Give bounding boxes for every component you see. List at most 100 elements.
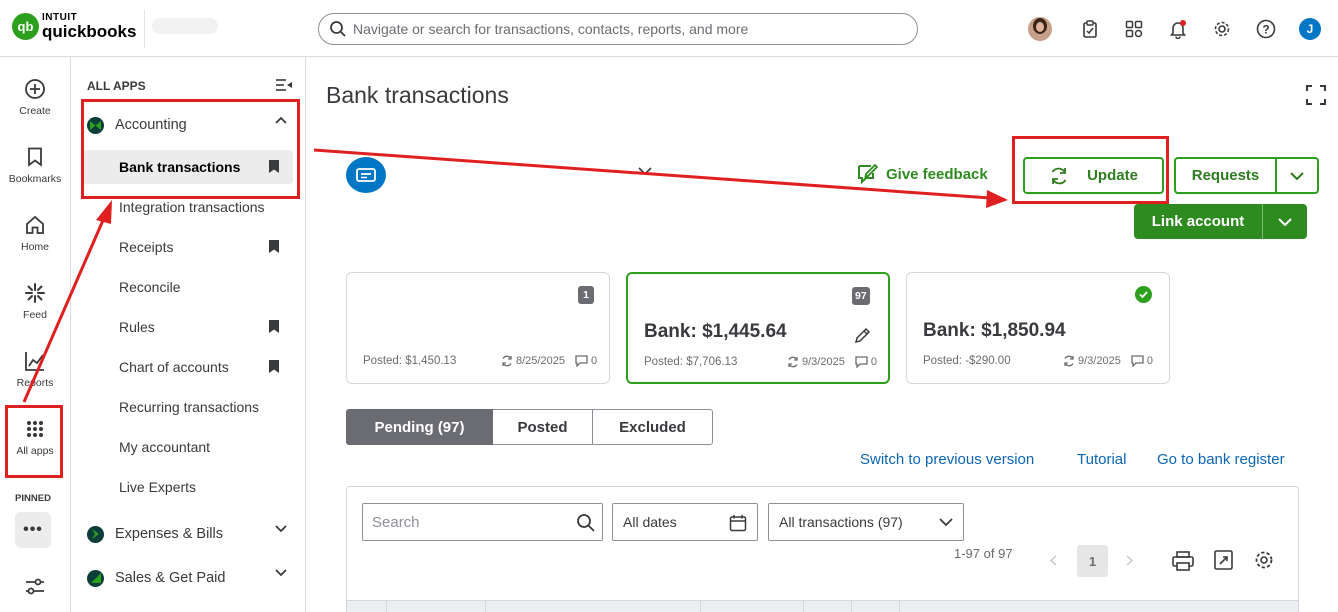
nav-label: My accountant [119,439,211,455]
current-page[interactable]: 1 [1077,545,1108,577]
user-menu[interactable]: J [1297,16,1323,42]
requests-button[interactable]: Requests [1174,157,1277,194]
nav-label: Integration transactions [119,199,265,215]
link-account-button[interactable]: Link account [1134,204,1262,239]
settings-gear-icon[interactable] [1254,550,1274,570]
user-avatar[interactable] [1027,16,1053,42]
tutorial-link[interactable]: Tutorial [1077,451,1126,468]
rail-bookmarks[interactable]: Bookmarks [0,145,70,185]
sliders-icon [23,575,47,599]
last-updated-date: 8/25/2025 [516,355,565,367]
rail-label: Create [19,105,51,117]
help-icon[interactable]: ? [1253,16,1279,42]
bookmark-filled-icon[interactable] [269,240,279,253]
pending-count-badge: 97 [852,287,870,305]
more-pinned-button[interactable]: ••• [15,512,51,548]
nav-recurring-transactions[interactable]: Recurring transactions [83,390,293,424]
nav-chart-of-accounts[interactable]: Chart of accounts [83,350,293,384]
nav-reconcile[interactable]: Reconcile [83,270,293,304]
sales-icon [87,569,104,587]
nav-label: Rules [119,319,155,335]
chevron-down-icon [939,518,953,526]
sync-icon [502,355,512,367]
rail-feed[interactable]: Feed [0,281,70,321]
date-filter-select[interactable]: All dates [612,503,758,541]
transactions-search-input[interactable]: Search [362,503,603,541]
annotation-box-accounting [81,99,300,199]
nav-rules[interactable]: Rules [83,310,293,344]
svg-text:?: ? [1262,23,1269,37]
divider [144,10,145,48]
give-feedback-link[interactable]: Give feedback [856,163,988,185]
group-expenses-bills[interactable]: Expenses & Bills [87,522,287,546]
rail-home[interactable]: Home [0,213,70,253]
expenses-icon [87,525,104,543]
comment-icon[interactable] [1131,355,1144,367]
edit-pencil-icon[interactable] [854,326,872,344]
rail-customize[interactable] [0,575,70,603]
transaction-type-value: All transactions (97) [779,514,903,530]
transaction-type-select[interactable]: All transactions (97) [768,503,964,541]
chart-icon [23,349,47,373]
requests-dropdown-button[interactable] [1275,157,1319,194]
tab-excluded[interactable]: Excluded [593,409,713,445]
feedback-label: Give feedback [886,165,988,183]
collapse-panel-icon[interactable] [276,79,292,91]
gear-icon[interactable] [1209,16,1235,42]
tab-pending[interactable]: Pending (97) [346,409,493,445]
transactions-panel: Search All dates All transactions (97) 1… [346,486,1299,612]
all-apps-heading: ALL APPS [87,79,146,93]
card-meta: 9/3/2025 0 [1057,355,1153,367]
main-content: Bank transactions Give feedback Update R… [306,57,1338,612]
chevron-down-icon [1278,217,1292,226]
qb-logo-mark: qb [12,13,39,40]
annotation-box-all-apps [5,405,63,478]
pending-count-badge: 1 [578,286,594,304]
bell-icon[interactable] [1165,16,1191,42]
link-account-dropdown-button[interactable] [1263,204,1307,239]
sync-icon [788,356,798,368]
posted-balance: Posted: -$290.00 [923,355,1011,367]
comment-icon[interactable] [575,355,588,367]
rail-reports[interactable]: Reports [0,349,70,389]
nav-label: Reconcile [119,279,181,295]
quickbooks-logo[interactable]: qb INTUIT quickbooks [12,13,136,40]
chevron-right-icon[interactable] [1126,555,1133,566]
nav-live-experts[interactable]: Live Experts [83,470,293,504]
export-icon[interactable] [1214,550,1234,570]
check-circle-icon [1135,286,1152,303]
bookmark-filled-icon[interactable] [269,320,279,333]
account-card-selected[interactable]: 97 Bank: $1,445.64 Posted: $7,706.13 9/3… [626,272,890,384]
account-card[interactable]: Bank: $1,850.94 Posted: -$290.00 9/3/202… [906,272,1170,384]
tab-posted[interactable]: Posted [493,409,593,445]
global-search[interactable]: Navigate or search for transactions, con… [318,13,918,45]
bookmark-filled-icon[interactable] [269,360,279,373]
clipboard-check-icon[interactable] [1077,16,1103,42]
nav-label: Recurring transactions [119,399,260,415]
rail-create[interactable]: Create [0,77,70,117]
bank-balance: Bank: $1,445.64 [644,321,787,342]
go-to-bank-register-link[interactable]: Go to bank register [1157,451,1285,468]
chevron-down-icon [275,569,287,577]
comment-icon[interactable] [855,356,868,368]
fullscreen-icon[interactable] [1306,85,1326,105]
date-filter-value: All dates [623,514,677,530]
rail-label: Home [20,241,49,253]
logo-quickbooks: quickbooks [42,22,137,41]
rail-label: Reports [16,377,54,389]
search-placeholder: Search [372,513,420,531]
group-sales-get-paid[interactable]: Sales & Get Paid [87,566,287,590]
switch-previous-version-link[interactable]: Switch to previous version [860,451,1034,468]
page-title: Bank transactions [326,82,509,108]
account-dropdown-chevron-icon[interactable] [638,167,652,175]
bank-account-icon[interactable] [346,157,386,193]
plus-circle-icon [23,77,47,101]
apps-switch-icon[interactable] [1121,16,1147,42]
chevron-left-icon[interactable] [1050,555,1057,566]
account-card[interactable]: 1 Posted: $1,450.13 8/25/2025 0 [346,272,610,384]
print-icon[interactable] [1172,551,1194,571]
nav-receipts[interactable]: Receipts [83,230,293,264]
feedback-icon [858,163,878,185]
nav-my-accountant[interactable]: My accountant [83,430,293,464]
card-meta: 9/3/2025 0 [781,356,877,368]
